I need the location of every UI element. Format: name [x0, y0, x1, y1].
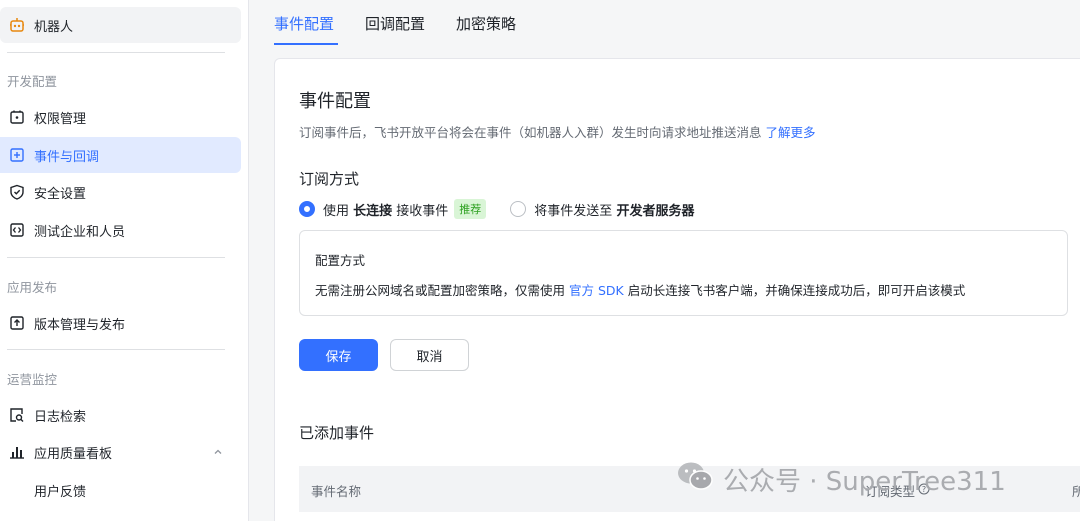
active-tab-indicator: [274, 43, 338, 45]
divider: [7, 52, 225, 53]
config-text-before: 无需注册公网域名或配置加密策略，仅需使用: [315, 283, 569, 298]
sidebar-item-security[interactable]: 安全设置: [0, 174, 241, 210]
config-title: 配置方式: [315, 253, 366, 268]
shield-icon: [8, 183, 26, 201]
sidebar-item-log-search[interactable]: 日志检索: [0, 397, 241, 433]
column-header-event-name: 事件名称: [311, 484, 362, 499]
config-info-box: [299, 230, 1068, 316]
wechat-icon: [677, 461, 713, 498]
config-text: 无需注册公网域名或配置加密策略，仅需使用 官方 SDK 启动长连接飞书客户端，并…: [315, 280, 965, 299]
option2-bold: 开发者服务器: [616, 203, 695, 219]
recommended-badge: 推荐: [454, 199, 487, 219]
developer-server-radio[interactable]: [510, 201, 527, 217]
description-text: 订阅事件后，飞书开放平台将会在事件（如机器人入群）发生时向请求地址推送消息: [299, 125, 762, 140]
long-connection-radio[interactable]: [299, 201, 315, 217]
sidebar-item-versions[interactable]: 版本管理与发布: [0, 305, 241, 341]
app-name-item[interactable]: 机器人: [0, 7, 241, 43]
sidebar-item-label: 测试企业和人员: [34, 224, 126, 240]
divider: [7, 349, 225, 350]
option1-prefix: 使用: [323, 203, 354, 219]
upload-icon: [8, 314, 26, 332]
watermark: 公众号 · SuperTree311: [677, 461, 1006, 498]
section-label-release: 应用发布: [7, 280, 58, 295]
option1-bold: 长连接: [353, 203, 393, 219]
sidebar-item-label: 版本管理与发布: [34, 317, 126, 333]
page-description: 订阅事件后，飞书开放平台将会在事件（如机器人入群）发生时向请求地址推送消息 了解…: [299, 122, 816, 141]
sidebar-item-label: 事件与回调: [34, 149, 100, 165]
sidebar-item-label: 用户反馈: [34, 484, 87, 500]
sidebar-item-label: 日志检索: [34, 409, 87, 425]
option1-suffix: 接收事件: [392, 203, 449, 219]
official-sdk-link[interactable]: 官方 SDK: [569, 283, 624, 298]
code-icon: [8, 221, 26, 239]
divider: [7, 257, 225, 258]
learn-more-link[interactable]: 了解更多: [766, 125, 816, 140]
sidebar-item-user-feedback[interactable]: 用户反馈: [0, 472, 241, 508]
section-label-dev: 开发配置: [7, 74, 58, 89]
subscription-title: 订阅方式: [299, 170, 360, 188]
tab-event-config[interactable]: 事件配置: [274, 13, 334, 34]
chevron-up-icon[interactable]: [213, 446, 223, 461]
lock-icon: [8, 108, 26, 126]
sidebar-item-quality-dashboard[interactable]: 应用质量看板: [0, 434, 241, 470]
sidebar-item-test-users[interactable]: 测试企业和人员: [0, 212, 241, 248]
config-text-after: 启动长连接飞书客户端，并确保连接成功后，即可开启该模式: [623, 283, 966, 298]
section-label-ops: 运营监控: [7, 372, 58, 387]
event-icon: [8, 146, 26, 164]
sidebar: 机器人 开发配置 权限管理 事件与回调 安全设置 测试企业和人员 应用发布 版本…: [0, 0, 249, 521]
cancel-button[interactable]: 取消: [390, 339, 469, 371]
sidebar-item-label: 权限管理: [34, 111, 87, 127]
watermark-text: 公众号 · SuperTree311: [723, 467, 1006, 497]
page-title: 事件配置: [299, 91, 371, 112]
log-search-icon: [8, 406, 26, 424]
sidebar-item-permissions[interactable]: 权限管理: [0, 99, 241, 135]
robot-icon: [8, 16, 26, 34]
column-header-extra: 所: [1072, 484, 1080, 499]
app-name: 机器人: [34, 19, 74, 35]
tab-encryption-policy[interactable]: 加密策略: [456, 13, 516, 34]
sidebar-item-events[interactable]: 事件与回调: [0, 137, 241, 173]
sidebar-item-label: 应用质量看板: [34, 446, 113, 462]
save-button[interactable]: 保存: [299, 339, 378, 371]
bar-chart-icon: [8, 443, 26, 461]
added-events-title: 已添加事件: [299, 424, 375, 442]
sidebar-item-label: 安全设置: [34, 186, 87, 202]
option2-prefix: 将事件发送至: [534, 203, 617, 219]
tab-callback-config[interactable]: 回调配置: [365, 13, 425, 34]
subscription-options: 使用 长连接 接收事件 推荐 将事件发送至 开发者服务器: [299, 199, 694, 219]
